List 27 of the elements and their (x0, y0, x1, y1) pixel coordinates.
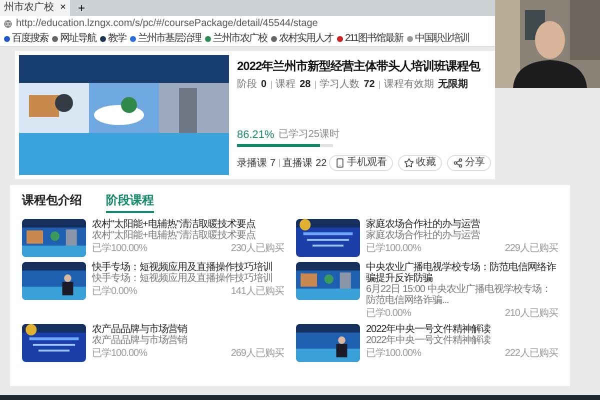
buyer-count: 210人已购买 (504, 308, 558, 319)
package-title: 2022年兰州市新型经营主体带头人培训班课程包 (237, 59, 482, 74)
course-subtitle: 2022年中央一号文件精神解读 (366, 335, 492, 346)
count-label: 直播课 (282, 156, 313, 170)
buyer-count: 269人已购买 (230, 348, 284, 359)
meta-value: 0 (261, 78, 267, 92)
progress-note: 已学习25课时 (278, 128, 340, 142)
meta-value: 无限期 (438, 78, 468, 92)
meta-label: 课程有效期 (384, 78, 434, 92)
buyer-count: 222人已购买 (504, 348, 558, 359)
progress-percent: 86.21% (237, 128, 274, 142)
meta-value: 72 (364, 78, 375, 92)
count-value: 7 (270, 156, 276, 170)
count-value: 22 (316, 156, 327, 170)
buyer-count: 141人已购买 (230, 286, 284, 297)
meta-value: 28 (300, 78, 311, 92)
course-subtitle: 快手专场：短视频应用及直播操作技巧培训 (92, 273, 274, 284)
course-subtitle: 农产品品牌与市场营销 (92, 335, 188, 346)
meta-label: 学习人数 (320, 78, 360, 92)
course-subtitle: 6月22日 15:00 中央农业广播电视学校专场：防范电信网络诈骗... (366, 284, 552, 306)
course-subtitle: 家庭农场合作社的办与运营 (366, 230, 481, 241)
count-label: 录播课 (237, 156, 267, 170)
meta-label: 阶段 (237, 78, 257, 92)
course-subtitle: 农村"太阳能+电辅热"清洁取暖技术要点 (92, 230, 256, 241)
buyer-count: 230人已购买 (230, 243, 284, 254)
buyer-count: 229人已购买 (504, 243, 558, 254)
meta-label: 课程 (276, 78, 296, 92)
